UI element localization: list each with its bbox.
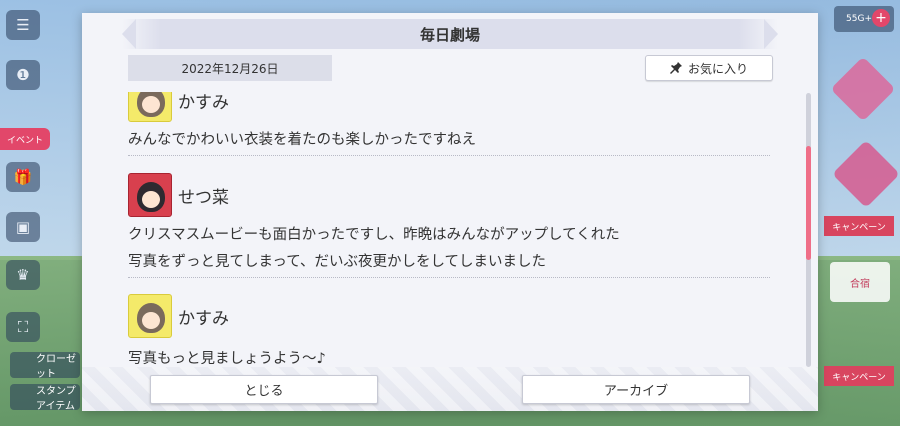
- speaker-name: かすみ: [178, 93, 229, 113]
- stamp-item-button[interactable]: スタンプ アイテム: [10, 384, 80, 412]
- campaign-tag-2[interactable]: キャンペーン: [824, 366, 894, 386]
- pin-icon: [669, 61, 682, 74]
- scrollbar-thumb[interactable]: [806, 146, 811, 260]
- dialog-title: 毎日劇場: [419, 25, 480, 44]
- gift-icon[interactable]: 🎁: [6, 162, 40, 192]
- chat-scroll-area[interactable]: かすみ みんなでかわいい衣装を着たのも楽しかったですねえ せつ菜 クリスマスムー…: [128, 92, 770, 371]
- heart-event-icon-2[interactable]: [832, 140, 900, 208]
- trophy-icon[interactable]: ♛: [6, 260, 40, 290]
- message-divider: [128, 277, 770, 278]
- speaker-name: かすみ: [178, 309, 229, 329]
- closet-button[interactable]: クローゼット: [10, 352, 80, 380]
- gasshuku-button[interactable]: 合宿: [830, 262, 890, 302]
- message-line: 写真をずっと見てしまって、だいぶ夜更かしをしてしまいました: [128, 254, 547, 270]
- album-icon[interactable]: ▣: [6, 212, 40, 242]
- speaker-name: せつ菜: [178, 188, 229, 208]
- kasumi-face-icon: [137, 92, 165, 117]
- message-line: 写真もっと見ましょうよう〜♪: [128, 351, 326, 367]
- heart-event-icon[interactable]: [830, 56, 896, 122]
- campaign-tag[interactable]: キャンペーン: [824, 216, 894, 236]
- message-line: みんなでかわいい衣装を着たのも楽しかったですねえ: [128, 132, 476, 148]
- favorite-button[interactable]: お気に入り: [645, 55, 773, 81]
- message-line: クリスマスムービーも面白かったですし、昨晩はみんながアップしてくれた: [128, 227, 620, 243]
- avatar-setsuna: [128, 173, 172, 217]
- daily-theater-dialog: 毎日劇場 2022年12月26日 お気に入り かすみ みんなでかわいい衣装を着た…: [82, 13, 818, 411]
- date-badge: 2022年12月26日: [128, 55, 332, 81]
- favorite-label: お気に入り: [687, 61, 748, 76]
- dialog-header: 毎日劇場: [122, 19, 778, 49]
- dialog-footer: とじる アーカイブ: [82, 367, 818, 411]
- right-rail: 55G+ + キャンペーン 合宿 キャンペーン: [816, 0, 900, 426]
- setsuna-face-icon: [137, 182, 165, 212]
- avatar-kasumi: [128, 294, 172, 338]
- left-rail: ☰ ❶ イベント 🎁 ▣ ♛ ⛶ クローゼット スタンプ アイテム: [0, 0, 80, 426]
- plus-icon[interactable]: +: [872, 9, 890, 27]
- close-button[interactable]: とじる: [150, 375, 378, 404]
- avatar-kasumi: [128, 92, 172, 122]
- chat-icon[interactable]: ❶: [6, 60, 40, 90]
- archive-button[interactable]: アーカイブ: [522, 375, 750, 404]
- kasumi-face-icon: [137, 303, 165, 333]
- fullscreen-icon[interactable]: ⛶: [6, 312, 40, 342]
- message-divider: [128, 155, 770, 156]
- menu-icon[interactable]: ☰: [6, 10, 40, 40]
- event-badge[interactable]: イベント: [0, 128, 50, 150]
